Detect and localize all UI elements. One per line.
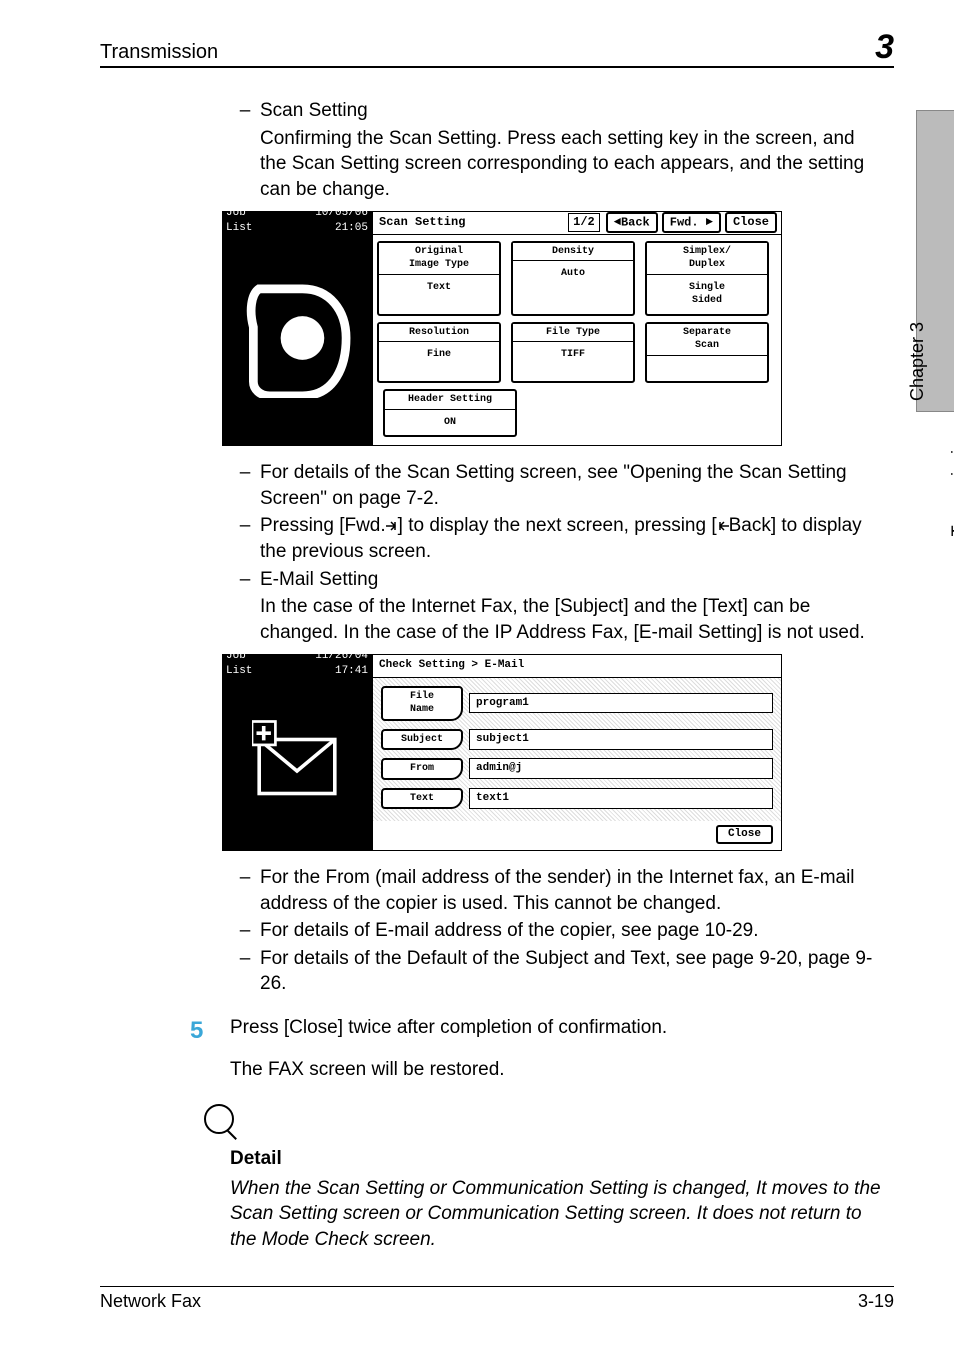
- email-field-row: File Name program1: [381, 686, 773, 721]
- cell-value: Single Sided: [647, 275, 767, 314]
- cell-header: File Type: [513, 324, 633, 343]
- magnifier-icon: [204, 1104, 234, 1134]
- cell-header: Separate Scan: [647, 324, 767, 356]
- bullet-copier-email: –For details of E-mail address of the co…: [260, 918, 884, 944]
- scan-setting-title: Scan Setting: [260, 100, 368, 121]
- bullet-email-setting: –E-Mail Setting: [260, 567, 884, 593]
- scan-setting-desc: Confirming the Scan Setting. Press each …: [260, 126, 884, 203]
- field-value: text1: [469, 788, 773, 809]
- panel1-title: Scan Setting: [373, 214, 568, 230]
- scan-setting-screenshot: Job List 10/05/06 21:05 Scan Setting 1/2…: [222, 211, 782, 447]
- cell-header: Density: [513, 243, 633, 262]
- header-setting-value: ON: [385, 410, 515, 436]
- page-footer: Network Fax 3-19: [100, 1286, 894, 1312]
- envelope-plus-icon: [222, 674, 372, 851]
- page-header: Transmission 3: [100, 30, 894, 68]
- setting-cell[interactable]: File TypeTIFF: [511, 322, 635, 384]
- detail-heading: Detail: [230, 1146, 884, 1172]
- cell-value: Auto: [513, 261, 633, 287]
- close-button-2[interactable]: Close: [716, 825, 773, 844]
- fwd-button[interactable]: Fwd. ►: [662, 212, 721, 232]
- field-label[interactable]: Subject: [381, 729, 463, 751]
- email-field-row: Subject subject1: [381, 729, 773, 751]
- setting-cell[interactable]: Original Image TypeText: [377, 241, 501, 316]
- detail-text: When the Scan Setting or Communication S…: [230, 1176, 884, 1253]
- step-number-5: 5: [190, 1015, 203, 1047]
- field-value: program1: [469, 693, 773, 714]
- bullet-default-subject: –For details of the Default of the Subje…: [260, 946, 884, 997]
- field-label[interactable]: From: [381, 758, 463, 780]
- bullet-fwd-back: –Pressing [Fwd.] to display the next scr…: [260, 513, 884, 564]
- bullet-from: –For the From (mail address of the sende…: [260, 865, 884, 916]
- field-label[interactable]: File Name: [381, 686, 463, 721]
- cell-value: [647, 356, 767, 382]
- side-tab-chapter: Chapter 3: [916, 110, 954, 412]
- bullet-scan-setting: –Scan Setting: [260, 98, 884, 124]
- cell-header: Original Image Type: [379, 243, 499, 275]
- email-setting-screenshot: Job List 11/26/04 17:41 Check Setting > …: [222, 654, 782, 851]
- panel2-title: Check Setting > E-Mail: [373, 655, 781, 678]
- back-button[interactable]: ◄Back: [606, 212, 658, 232]
- cell-header: Resolution: [379, 324, 499, 343]
- header-right: 3: [875, 30, 894, 64]
- close-button[interactable]: Close: [725, 212, 777, 232]
- field-label[interactable]: Text: [381, 788, 463, 810]
- setting-cell[interactable]: ResolutionFine: [377, 322, 501, 384]
- field-value: subject1: [469, 729, 773, 750]
- field-value: admin@j: [469, 758, 773, 779]
- cell-value: Text: [379, 275, 499, 301]
- header-left: Transmission: [100, 41, 218, 64]
- footer-left: Network Fax: [100, 1291, 201, 1312]
- panel1-page: 1/2: [568, 213, 600, 231]
- logo-icon: [222, 231, 372, 447]
- header-setting-label: Header Setting: [385, 391, 515, 410]
- email-field-row: From admin@j: [381, 758, 773, 780]
- email-setting-desc: In the case of the Internet Fax, the [Su…: [260, 594, 884, 645]
- side-section-label: Transmission: [948, 430, 954, 536]
- email-field-row: Text text1: [381, 788, 773, 810]
- setting-cell[interactable]: Separate Scan: [645, 322, 769, 384]
- step5-text2: The FAX screen will be restored.: [230, 1057, 884, 1083]
- setting-cell[interactable]: Simplex/ DuplexSingle Sided: [645, 241, 769, 316]
- side-chapter-label: Chapter 3: [907, 322, 928, 401]
- back-arrow-icon: [717, 521, 729, 531]
- cell-value: TIFF: [513, 342, 633, 368]
- fwd-arrow-icon: [386, 521, 398, 531]
- setting-cell[interactable]: DensityAuto: [511, 241, 635, 316]
- step5-text1: Press [Close] twice after completion of …: [230, 1015, 884, 1041]
- cell-value: Fine: [379, 342, 499, 368]
- bullet-scan-details: –For details of the Scan Setting screen,…: [260, 460, 884, 511]
- header-setting-cell[interactable]: Header Setting ON: [383, 389, 517, 437]
- footer-right: 3-19: [858, 1291, 894, 1312]
- cell-header: Simplex/ Duplex: [647, 243, 767, 275]
